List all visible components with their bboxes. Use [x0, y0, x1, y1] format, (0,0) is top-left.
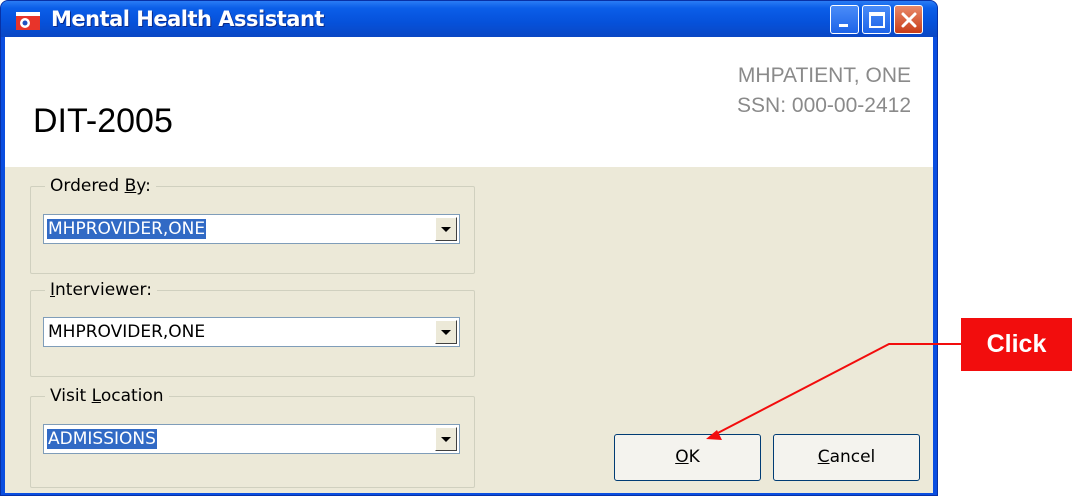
annotation-arrow [706, 343, 961, 440]
callout-text: Click [986, 330, 1047, 358]
click-callout: Click [961, 318, 1072, 371]
